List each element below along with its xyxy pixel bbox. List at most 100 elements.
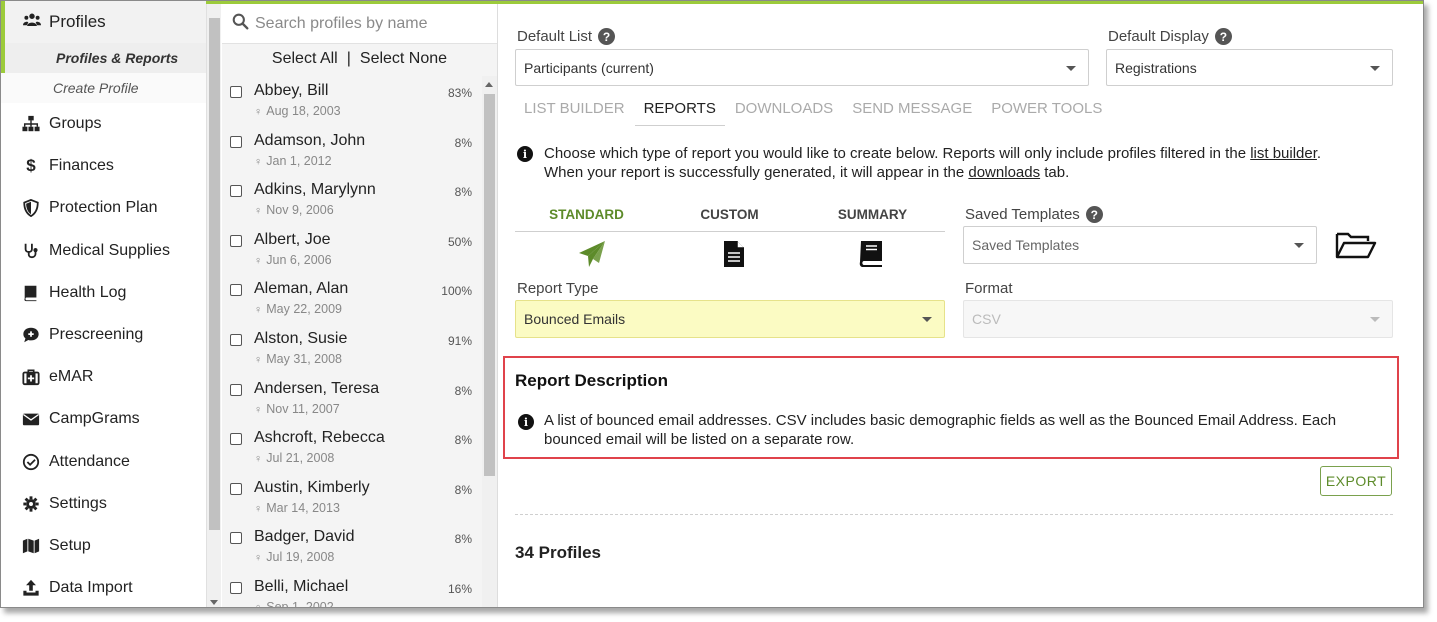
profile-dob-text: Jul 19, 2008 [266,550,335,565]
row-checkbox[interactable] [230,482,242,495]
tab-downloads[interactable]: DOWNLOADS [726,96,842,126]
select-none-link[interactable]: Select None [360,50,447,68]
file-text-icon[interactable] [719,238,749,270]
sidebar-item-campgrams[interactable]: CampGrams [1,398,206,440]
report-kind-summary[interactable]: SUMMARY [801,202,944,231]
list-item[interactable]: Abbey, Bill ♀ Aug 18, 2003 83% [222,76,482,126]
sidebar-scrollbar-thumb[interactable] [209,18,220,530]
row-checkbox[interactable] [230,135,242,148]
profile-list-scrollbar-thumb[interactable] [484,94,495,476]
profile-dob-text: Sep 1, 2002 [266,599,334,608]
info-text: When your report is successfully generat… [544,164,969,181]
sidebar-item-label: Prescreening [49,326,144,344]
report-type-select[interactable]: Bounced Emails [515,300,945,338]
profile-name: Ashcroft, Rebecca [254,429,385,447]
profile-dob: ♀ Aug 18, 2003 [254,104,482,118]
report-kind-custom[interactable]: CUSTOM [658,202,801,231]
sidebar-item-groups[interactable]: Groups [1,103,206,145]
list-item[interactable]: Albert, Joe ♀ Jun 6, 2006 50% [222,225,482,275]
chevron-down-icon [1370,317,1380,322]
help-question-icon[interactable]: ? [598,28,616,45]
report-type-value: Bounced Emails [524,311,626,327]
row-checkbox[interactable] [230,86,242,98]
medkit-icon [21,367,41,387]
help-question-icon[interactable]: ? [1214,28,1232,45]
search-bar [222,4,497,44]
report-type-label: Report Type [517,280,599,297]
person-icon: ♀ [254,304,263,317]
list-item[interactable]: Badger, David ♀ Jul 19, 2008 8% [222,522,482,572]
select-controls: Select All | Select None [222,44,497,74]
tab-power-tools[interactable]: POWER TOOLS [982,96,1111,126]
default-list-select[interactable]: Participants (current) [515,49,1089,86]
profile-dob-text: Nov 9, 2006 [266,203,334,218]
list-item[interactable]: Belli, Michael ♀ Sep 1, 2002 16% [222,572,482,608]
upload-icon [21,578,41,598]
downloads-link[interactable]: downloads [968,164,1040,181]
report-kind-standard[interactable]: STANDARD [515,202,658,231]
row-checkbox[interactable] [230,532,242,545]
sidebar-item-attendance[interactable]: Attendance [1,441,206,483]
sidebar-item-data-import[interactable]: Data Import [1,567,206,607]
sidebar-item-label: Setup [49,536,91,554]
scroll-down-arrow-icon[interactable] [210,600,218,605]
list-item[interactable]: Adamson, John ♀ Jan 1, 2012 8% [222,126,482,176]
help-question-icon[interactable]: ? [1085,206,1103,223]
sidebar-item-protection-plan[interactable]: Protection Plan [1,187,206,229]
profile-completion: 8% [454,135,472,150]
profile-completion: 100% [441,284,472,299]
row-checkbox[interactable] [230,433,242,446]
search-input[interactable] [255,14,475,33]
row-checkbox[interactable] [230,185,242,198]
sidebar-subitem-profiles-reports[interactable]: Profiles & Reports [1,43,206,73]
sidebar-item-setup[interactable]: Setup [1,525,206,567]
sidebar-item-health-log[interactable]: Health Log [1,272,206,314]
row-checkbox[interactable] [230,234,242,247]
sidebar-subitem-create-profile[interactable]: Create Profile [1,73,206,103]
profile-dob-text: Jan 1, 2012 [266,153,332,168]
list-builder-link[interactable]: list builder [1250,145,1317,162]
tab-send-message[interactable]: SEND MESSAGE [843,96,981,126]
sidebar-item-finances[interactable]: $ Finances [1,145,206,187]
list-item[interactable]: Andersen, Teresa ♀ Nov 11, 2007 8% [222,374,482,424]
reports-info-line-2: When your report is successfully generat… [544,163,1069,182]
tab-list-builder[interactable]: LIST BUILDER [515,96,634,126]
list-item[interactable]: Alston, Susie ♀ May 31, 2008 91% [222,324,482,374]
folder-open-icon[interactable] [1335,230,1377,265]
sidebar-item-settings[interactable]: Settings [1,483,206,525]
sidebar-item-emar[interactable]: eMAR [1,356,206,398]
sidebar-scrollbar[interactable] [206,4,221,607]
default-display-select[interactable]: Registrations [1106,49,1393,86]
paper-plane-icon[interactable] [577,238,607,270]
profile-completion: 50% [447,234,472,249]
row-checkbox[interactable] [230,284,242,297]
profile-list-panel: Select All | Select None Abbey, Bill♀Aug… [222,4,498,608]
list-item[interactable]: Ashcroft, Rebecca ♀ Jul 21, 2008 8% [222,423,482,473]
check-circle-icon [21,452,41,472]
select-all-link[interactable]: Select All [272,50,338,68]
list-item[interactable]: Austin, Kimberly ♀ Mar 14, 2013 8% [222,473,482,523]
export-button[interactable]: EXPORT [1320,466,1392,496]
sidebar-item-prescreening[interactable]: Prescreening [1,314,206,356]
sidebar-item-profiles[interactable]: Profiles [1,1,206,43]
scroll-up-arrow-icon[interactable] [485,82,493,87]
format-select[interactable]: CSV [963,300,1393,338]
list-item[interactable]: Aleman, Alan ♀ May 22, 2009 100% [222,274,482,324]
list-item[interactable]: Adkins, Marylynn ♀ Nov 9, 2006 8% [222,175,482,225]
sidebar-item-medical-supplies[interactable]: Medical Supplies [1,230,206,272]
book-icon[interactable] [856,238,886,270]
row-checkbox[interactable] [230,383,242,396]
tab-reports[interactable]: REPORTS [634,96,725,126]
select-separator: | [346,50,351,67]
row-checkbox[interactable] [230,333,242,346]
row-checkbox[interactable] [230,581,242,594]
saved-templates-select[interactable]: Saved Templates [963,226,1317,264]
profile-dob: ♀ Nov 9, 2006 [254,203,482,217]
profile-list-scrollbar[interactable] [482,76,497,607]
profile-dob: ♀ May 31, 2008 [254,352,482,366]
chevron-down-icon [1066,65,1076,71]
sidebar-item-label: Medical Supplies [49,241,170,259]
profile-dob: ♀ Sep 1, 2002 [254,599,482,608]
chevron-down-icon [1294,243,1304,248]
person-icon: ♀ [254,155,263,168]
